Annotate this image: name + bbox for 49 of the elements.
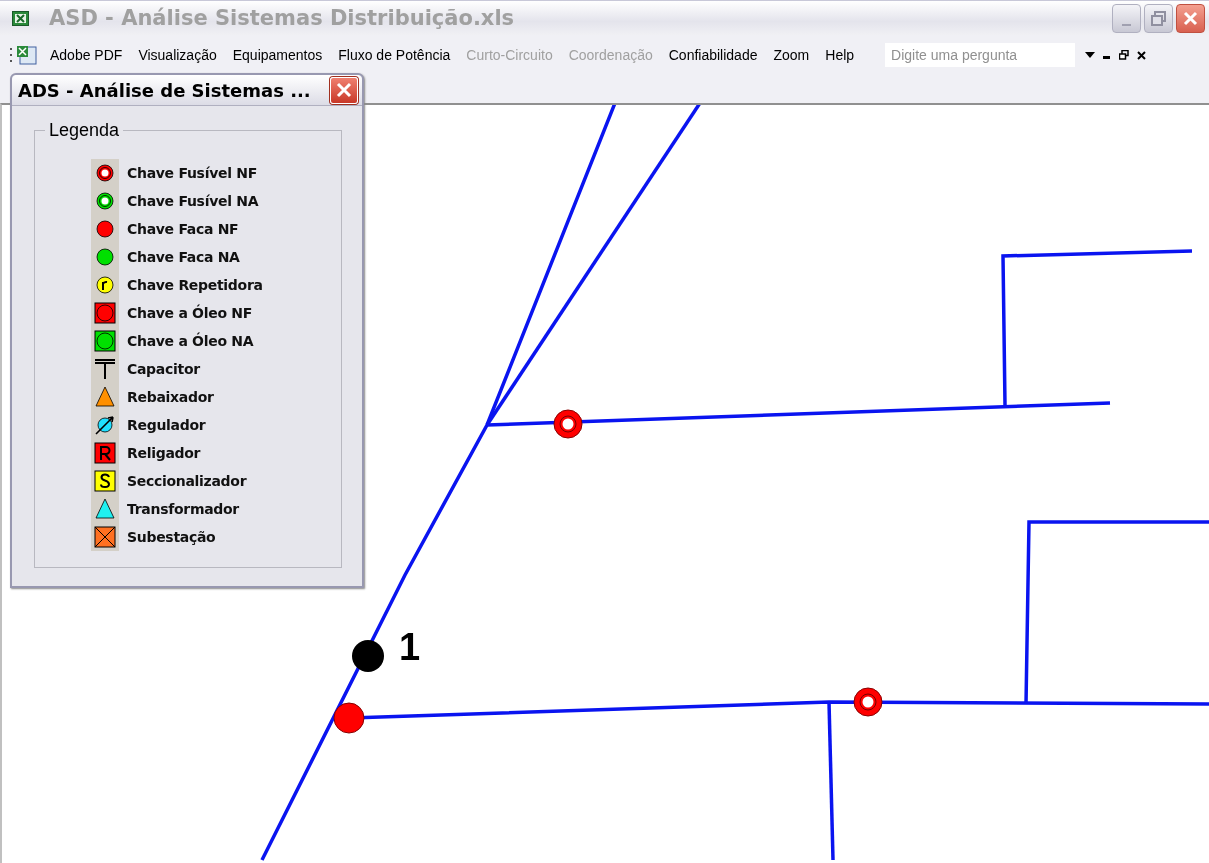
legend-label: Chave a Óleo NF xyxy=(127,305,252,321)
legend-label: Chave Fusível NF xyxy=(127,165,257,181)
restore-icon[interactable] xyxy=(1119,50,1130,60)
restore-icon xyxy=(1150,9,1167,27)
menu-item[interactable]: Confiabilidade xyxy=(660,45,766,65)
capacitor-icon xyxy=(94,358,116,380)
triangle-icon xyxy=(94,386,116,408)
regulator-icon xyxy=(94,414,116,436)
legend-label: Chave Repetidora xyxy=(127,277,263,293)
knife-switch-symbol[interactable] xyxy=(333,702,365,734)
recloser-icon xyxy=(94,442,116,464)
legend-label: Chave Fusível NA xyxy=(127,193,259,209)
minimize-icon xyxy=(1122,24,1131,26)
spreadsheet-icon[interactable] xyxy=(16,45,38,65)
close-icon xyxy=(1182,9,1199,27)
dropdown-arrow-icon[interactable] xyxy=(1085,52,1096,58)
node-label: 1 xyxy=(399,626,421,669)
legend-label: Seccionalizador xyxy=(127,473,247,489)
window-title: ASD - Análise Sistemas Distribuição.xls xyxy=(49,6,516,30)
legend-label: Chave Faca NA xyxy=(127,249,240,265)
menu-item[interactable]: Fluxo de Potência xyxy=(330,45,459,65)
close-button[interactable] xyxy=(1176,3,1205,33)
legend-label: Chave a Óleo NA xyxy=(127,333,254,349)
close-icon xyxy=(336,82,352,98)
legend-label: Subestação xyxy=(127,529,216,545)
legend-window-title: ADS - Análise de Sistemas ... xyxy=(18,79,312,101)
menu-item[interactable]: Help xyxy=(817,45,863,65)
spreadsheet-icon xyxy=(12,10,29,26)
menu-item[interactable]: Zoom xyxy=(765,45,818,65)
close-icon[interactable] xyxy=(1137,50,1147,60)
menu-item[interactable]: Adobe PDF xyxy=(42,45,131,65)
fuse-switch-symbol[interactable] xyxy=(853,687,883,717)
node-marker[interactable] xyxy=(352,640,384,672)
substation-icon xyxy=(94,526,116,548)
legend-label: Capacitor xyxy=(127,361,200,377)
legend-label: Religador xyxy=(127,445,201,461)
repeater-switch-icon xyxy=(94,274,116,296)
legend-label: Chave Faca NF xyxy=(127,221,239,237)
triangle-icon xyxy=(94,498,116,520)
legend-label: Rebaixador xyxy=(127,389,214,405)
menu-item[interactable]: Equipamentos xyxy=(224,45,331,65)
help-search-field[interactable]: Digite uma pergunta xyxy=(885,43,1076,67)
restore-button[interactable] xyxy=(1144,3,1173,33)
menu-item[interactable]: Visualização xyxy=(130,45,225,65)
fuse-switch-symbol[interactable] xyxy=(553,409,583,439)
sectionalizer-icon xyxy=(94,470,116,492)
toolbar-grip-icon xyxy=(10,47,13,63)
legend-label: Regulador xyxy=(127,417,206,433)
legend-label: Transformador xyxy=(127,501,239,517)
